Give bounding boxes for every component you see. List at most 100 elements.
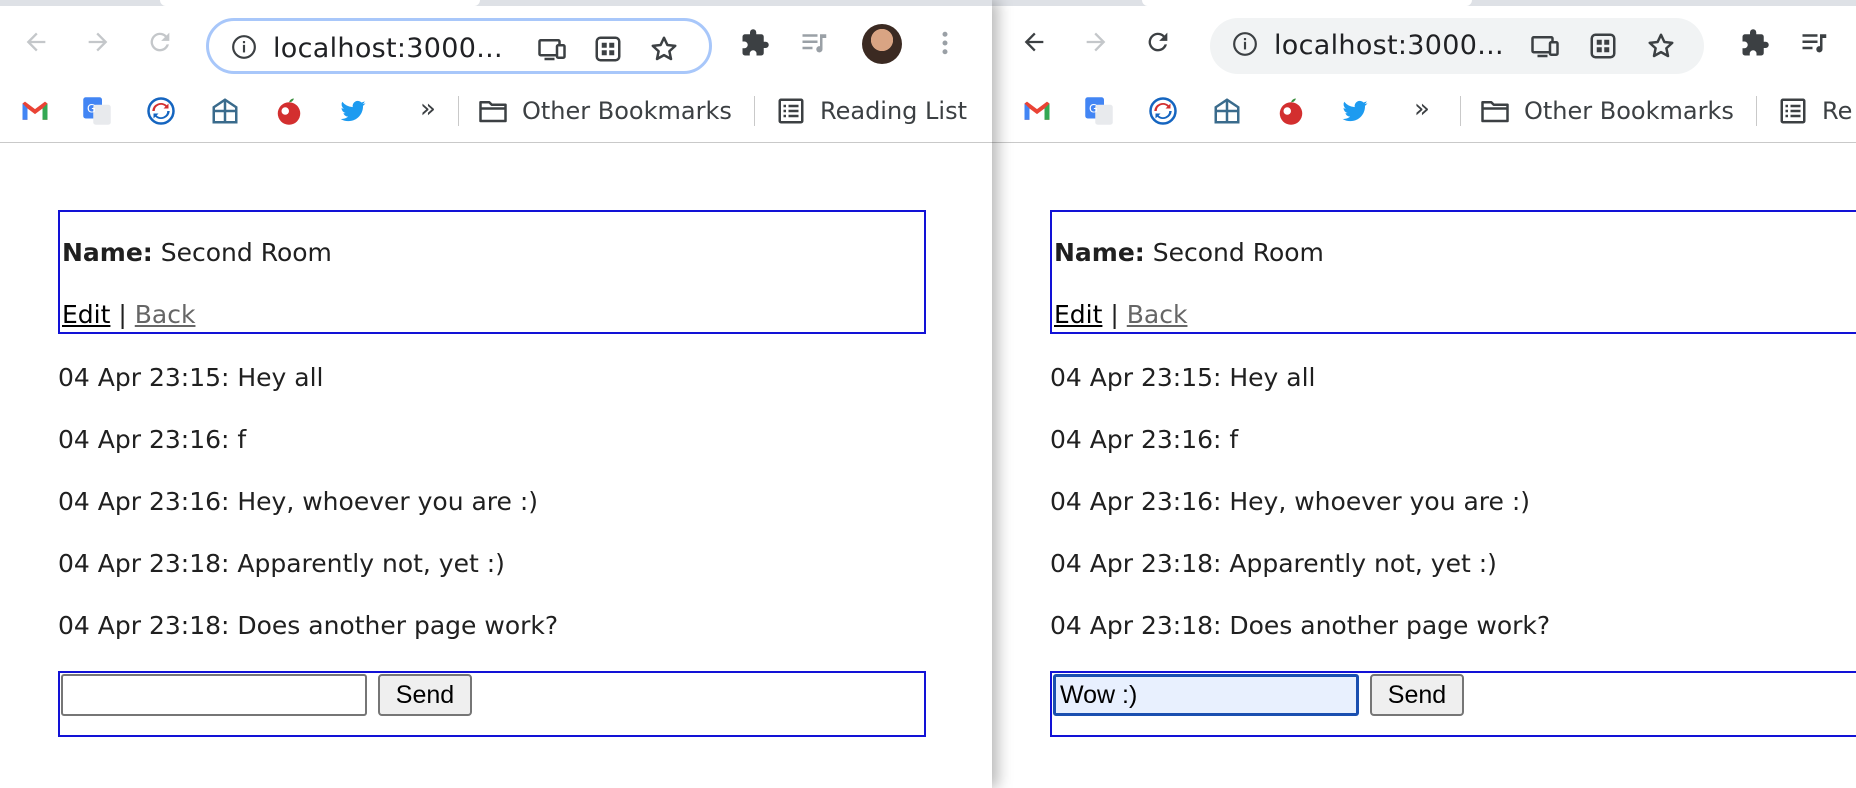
bookmark-gmail[interactable] <box>1022 91 1052 131</box>
room-details: Name: Second Room Edit | Back <box>1050 210 1856 334</box>
message-input[interactable] <box>61 674 367 716</box>
gmail-icon <box>22 101 48 120</box>
bookmark-translate[interactable]: G <box>1084 91 1114 131</box>
message-form: Wow :) Send <box>1050 671 1856 737</box>
svg-text:G: G <box>87 102 96 115</box>
room-name: Second Room <box>160 238 332 267</box>
qr-icon[interactable] <box>1588 31 1618 61</box>
reading-list[interactable]: Reading List <box>776 91 967 131</box>
message: 04 Apr 23:18: Apparently not, yet :) <box>58 549 505 578</box>
divider <box>1756 96 1757 126</box>
puzzle-icon[interactable] <box>740 28 770 58</box>
folder-icon <box>1481 101 1509 123</box>
bookmark-twitter[interactable] <box>1340 91 1370 131</box>
left-browser-window: localhost:3000... G » Other Bookmarks Re… <box>0 0 992 788</box>
cast-icon[interactable] <box>537 34 567 64</box>
bookmark-other-bookmarks[interactable]: Other Bookmarks <box>478 91 732 131</box>
name-label: Name: <box>1054 238 1145 267</box>
google-translate-icon: G <box>83 97 111 125</box>
url-text: localhost:3000... <box>273 33 503 64</box>
room-name: Second Room <box>1152 238 1324 267</box>
twitter-icon <box>340 100 366 122</box>
sync-icon <box>147 97 175 125</box>
kebab-menu-icon[interactable] <box>930 28 960 58</box>
omnibox[interactable]: localhost:3000... <box>1210 18 1704 74</box>
bookmark-apple[interactable] <box>1276 91 1306 131</box>
window-grid-icon <box>1214 98 1240 124</box>
send-button[interactable]: Send <box>1370 674 1464 716</box>
back-link[interactable]: Back <box>1127 300 1188 329</box>
qr-icon[interactable] <box>593 34 623 64</box>
bookmark-sync[interactable] <box>1148 91 1178 131</box>
send-button[interactable]: Send <box>378 674 472 716</box>
star-icon[interactable] <box>1646 31 1676 61</box>
info-icon[interactable] <box>1232 31 1258 57</box>
other-bookmarks-label: Other Bookmarks <box>1524 97 1734 125</box>
room-name-line: Name: Second Room <box>62 238 332 267</box>
bookmark-sync[interactable] <box>146 91 176 131</box>
twitter-icon <box>1342 100 1368 122</box>
message: 04 Apr 23:16: Hey, whoever you are :) <box>1050 487 1531 516</box>
bookmark-window[interactable] <box>210 91 240 131</box>
divider <box>458 96 459 126</box>
room-links: Edit | Back <box>1054 300 1187 329</box>
edit-link[interactable]: Edit <box>1054 300 1102 329</box>
gmail-icon <box>1024 101 1050 120</box>
divider <box>1460 96 1461 126</box>
message: 04 Apr 23:16: Hey, whoever you are :) <box>58 487 539 516</box>
other-bookmarks-label: Other Bookmarks <box>522 97 732 125</box>
message: 04 Apr 23:15: Hey all <box>1050 363 1316 392</box>
room-links: Edit | Back <box>62 300 195 329</box>
sync-icon <box>1149 97 1177 125</box>
info-icon[interactable] <box>231 34 257 60</box>
message-input[interactable]: Wow :) <box>1053 674 1359 716</box>
bookmark-other-bookmarks[interactable]: Other Bookmarks <box>1480 91 1734 131</box>
folder-icon <box>479 101 507 123</box>
apple-icon <box>1279 98 1303 125</box>
bookmarks-overflow-chevron[interactable]: » <box>1414 94 1430 124</box>
bookmark-window[interactable] <box>1212 91 1242 131</box>
reload-icon[interactable] <box>142 24 178 60</box>
forward-arrow-icon[interactable] <box>1078 24 1114 60</box>
forward-arrow-icon[interactable] <box>80 24 116 60</box>
message: 04 Apr 23:15: Hey all <box>58 363 324 392</box>
cast-icon[interactable] <box>1530 31 1560 61</box>
link-separator: | <box>1110 300 1119 329</box>
message: 04 Apr 23:18: Does another page work? <box>1050 611 1551 640</box>
message: 04 Apr 23:18: Apparently not, yet :) <box>1050 549 1497 578</box>
room-details: Name: Second Room Edit | Back <box>58 210 926 334</box>
omnibox[interactable]: localhost:3000... <box>206 18 712 74</box>
message-form: Send <box>58 671 926 737</box>
apple-icon <box>277 98 301 125</box>
media-icon[interactable] <box>1800 28 1830 58</box>
divider <box>754 96 755 126</box>
room-name-line: Name: Second Room <box>1054 238 1324 267</box>
message: 04 Apr 23:16: f <box>1050 425 1239 454</box>
right-browser-window: localhost:3000... G » Other Bookmarks Re… <box>992 0 1856 788</box>
media-icon[interactable] <box>800 28 830 58</box>
bookmark-gmail[interactable] <box>20 91 50 131</box>
bookmarks-bar: G » Other Bookmarks Re <box>992 80 1856 143</box>
bookmark-translate[interactable]: G <box>82 91 112 131</box>
edit-link[interactable]: Edit <box>62 300 110 329</box>
reload-icon[interactable] <box>1140 24 1176 60</box>
reading-list-label: Re <box>1822 97 1853 125</box>
bookmarks-overflow-chevron[interactable]: » <box>420 94 436 124</box>
back-arrow-icon[interactable] <box>18 24 54 60</box>
bookmark-apple[interactable] <box>274 91 304 131</box>
avatar[interactable] <box>862 24 902 64</box>
back-arrow-icon[interactable] <box>1016 24 1052 60</box>
star-icon[interactable] <box>649 34 679 64</box>
name-label: Name: <box>62 238 153 267</box>
bookmarks-bar: G » Other Bookmarks Reading List <box>0 80 992 143</box>
window-grid-icon <box>212 98 238 124</box>
puzzle-icon[interactable] <box>1740 28 1770 58</box>
reading-list[interactable]: Re <box>1778 91 1852 131</box>
browser-toolbar: localhost:3000... <box>0 6 992 78</box>
bookmark-twitter[interactable] <box>338 91 368 131</box>
back-link[interactable]: Back <box>135 300 196 329</box>
page-content: Name: Second Room Edit | Back 04 Apr 23:… <box>0 143 992 788</box>
link-separator: | <box>118 300 127 329</box>
svg-text:G: G <box>1089 102 1098 115</box>
reading-list-icon <box>778 98 804 124</box>
